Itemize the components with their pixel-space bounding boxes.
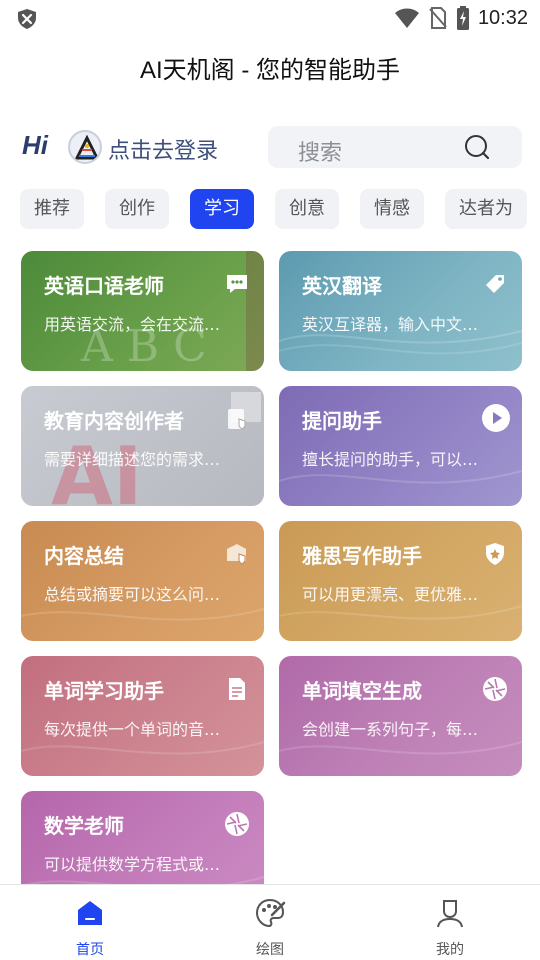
tag-icon <box>486 275 504 293</box>
play-icon <box>482 404 510 432</box>
aperture-icon <box>483 677 507 701</box>
shield-star-icon <box>486 543 504 565</box>
nav-home[interactable]: 首页 <box>30 893 150 958</box>
card-english-speaking-teacher[interactable]: A B C 英语口语老师 用英语交流，会在交流… <box>21 251 264 371</box>
card-desc: 擅长提问的助手，可以… <box>302 450 479 469</box>
nav-label: 我的 <box>436 942 464 958</box>
card-title: 雅思写作助手 <box>302 544 422 568</box>
tab-creative[interactable]: 创意 <box>275 189 339 229</box>
nav-mine[interactable]: 我的 <box>390 893 510 958</box>
bottom-navigation: 首页 绘图 我的 <box>0 884 540 960</box>
palette-icon <box>255 898 286 928</box>
card-content-summary[interactable]: 内容总结 总结或摘要可以这么问… <box>21 521 264 641</box>
tab-create[interactable]: 创作 <box>105 189 169 229</box>
search-input[interactable]: 搜索 <box>298 135 342 167</box>
hi-logo: Hi <box>22 130 48 160</box>
card-desc: 需要详细描述您的需求… <box>44 450 221 469</box>
card-desc: 每次提供一个单词的音… <box>44 720 221 739</box>
card-desc: 总结或摘要可以这么问… <box>44 585 221 604</box>
status-bar: 10:32 <box>0 0 540 36</box>
document-shield-icon <box>228 409 246 430</box>
category-tabs: 推荐 创作 学习 创意 情感 达者为 <box>20 189 540 229</box>
aperture-icon <box>225 812 249 836</box>
card-title: 教育内容创作者 <box>44 409 184 433</box>
search-bar[interactable]: 搜索 <box>268 126 522 168</box>
nav-label: 绘图 <box>256 942 284 958</box>
card-education-content-creator[interactable]: AI 教育内容创作者 需要详细描述您的需求… <box>21 386 264 506</box>
card-desc: 可以用更漂亮、更优雅… <box>302 585 479 604</box>
wifi-icon <box>394 8 419 28</box>
card-word-fill-generator[interactable]: 单词填空生成 会创建一系列句子，每… <box>279 656 522 776</box>
card-ielts-writing-assistant[interactable]: 雅思写作助手 可以用更漂亮、更优雅… <box>279 521 522 641</box>
battery-charging-icon <box>456 6 469 30</box>
card-title: 数学老师 <box>44 814 124 838</box>
card-title: 内容总结 <box>44 544 124 568</box>
card-desc: 可以提供数学方程式或… <box>44 855 221 874</box>
login-link[interactable]: 点击去登录 <box>108 133 218 165</box>
tab-study[interactable]: 学习 <box>190 189 254 229</box>
box-shield-icon <box>227 544 246 565</box>
app-title: AI天机阁 - 您的智能助手 <box>139 57 400 84</box>
chat-bubble-icon <box>227 275 247 293</box>
card-title: 英语口语老师 <box>44 274 164 298</box>
user-icon <box>437 900 463 928</box>
card-title: 英汉翻译 <box>302 274 382 298</box>
shield-status-icon <box>18 9 36 29</box>
status-time: 10:32 <box>477 6 528 29</box>
card-word-study-assistant[interactable]: 单词学习助手 每次提供一个单词的音… <box>21 656 264 776</box>
no-sim-icon <box>429 7 447 29</box>
card-desc: 英汉互译器，输入中文… <box>302 315 479 334</box>
card-title: 单词填空生成 <box>302 679 422 703</box>
card-title: 提问助手 <box>302 409 382 433</box>
avatar-logo-icon <box>74 134 100 160</box>
home-icon <box>78 901 102 925</box>
card-question-assistant[interactable]: 提问助手 擅长提问的助手，可以… <box>279 386 522 506</box>
card-title: 单词学习助手 <box>44 679 164 703</box>
card-desc: 会创建一系列句子，每… <box>302 720 479 739</box>
card-desc: 用英语交流，会在交流… <box>44 315 221 334</box>
search-icon[interactable] <box>464 134 490 160</box>
tab-emotion[interactable]: 情感 <box>360 189 424 229</box>
avatar[interactable] <box>68 130 102 164</box>
tab-expert[interactable]: 达者为 <box>445 189 527 229</box>
document-icon <box>229 678 245 700</box>
nav-drawing[interactable]: 绘图 <box>210 893 330 958</box>
tab-recommend[interactable]: 推荐 <box>20 189 84 229</box>
card-en-cn-translation[interactable]: 英汉翻译 英汉互译器，输入中文… <box>279 251 522 371</box>
nav-label: 首页 <box>76 942 104 958</box>
